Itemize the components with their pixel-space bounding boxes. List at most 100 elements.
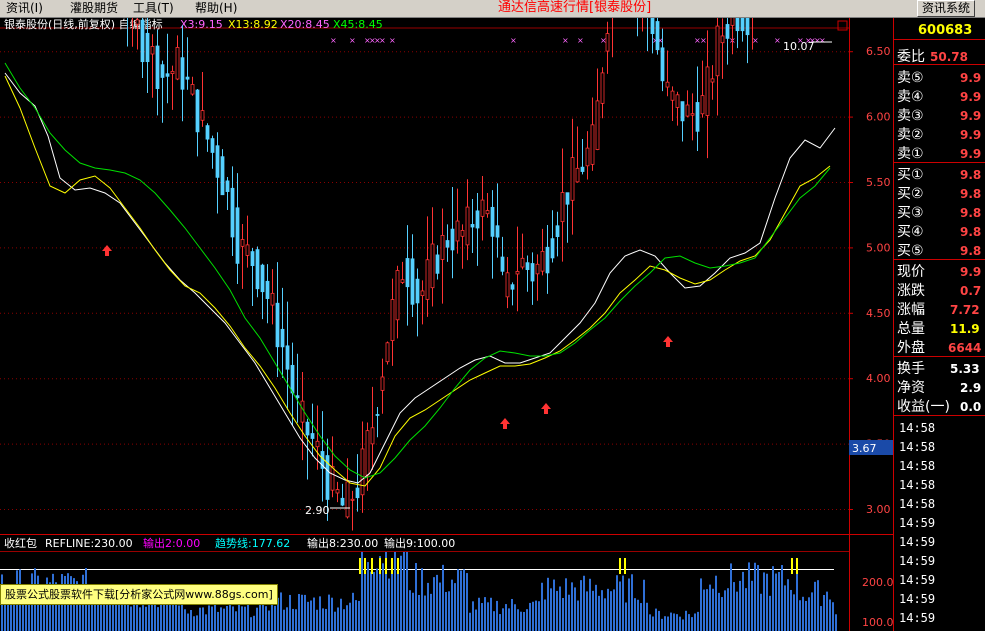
candle-body	[145, 32, 150, 63]
info-system-button[interactable]: 资讯系统	[917, 0, 975, 17]
candle-body	[170, 70, 175, 75]
tick-time: 14:58	[899, 421, 935, 435]
candle-body	[455, 220, 460, 242]
candle-body	[745, 18, 750, 36]
candle-body	[440, 235, 445, 260]
candle-body	[730, 18, 735, 26]
candle-body	[675, 94, 680, 108]
candlesticks	[127, 18, 753, 531]
candle-body	[160, 64, 165, 78]
buy4-value: 9.8	[960, 225, 981, 239]
menu-item-help[interactable]: 帮助(H)	[195, 0, 237, 17]
candle-body	[360, 448, 365, 496]
candle-body	[265, 280, 270, 299]
tick-time: 14:59	[899, 535, 935, 549]
sub-y-tick-100: 100.0	[862, 616, 894, 629]
menu-item-info[interactable]: 资讯(I)	[6, 0, 43, 17]
candle-body	[435, 254, 440, 274]
sell1-label: 卖①	[897, 146, 924, 162]
tick-time-list: 14:58 14:58 14:58 14:58 14:58 14:59 14:59 14:59…	[899, 421, 935, 631]
buy-signal-arrows	[102, 245, 673, 429]
signal-mark: ×	[389, 36, 396, 45]
candle-body	[695, 102, 700, 132]
low-price-label: 2.90	[305, 504, 330, 517]
sub-label-output2: 输出2:0.00	[143, 536, 200, 550]
candle-body	[665, 81, 670, 88]
ma-label-x3: X3:9.15	[180, 18, 223, 31]
candle-body	[530, 263, 535, 282]
candle-body	[505, 272, 510, 298]
chart-area[interactable]: 10.009.509.008.508.007.507.006.506.005.5…	[0, 18, 985, 631]
eps-value: 0.0	[960, 400, 981, 414]
y-tick-label: 3.00	[866, 503, 891, 516]
candle-body	[485, 210, 490, 215]
candle-body	[155, 45, 160, 89]
candle-body	[165, 73, 170, 77]
candle-body	[470, 224, 475, 228]
candle-body	[495, 225, 500, 238]
candle-body	[660, 47, 665, 82]
sub-label-output8: 输出8:230.00	[307, 536, 378, 550]
candle-body	[280, 328, 285, 348]
menu-bar: 资讯(I) 灌股期货 工具(T) 帮助(H) 通达信高速行情[银泰股份] 资讯系…	[0, 0, 985, 18]
menu-item-tools[interactable]: 工具(T)	[133, 0, 174, 17]
current-price-tag-text: 3.67	[852, 442, 877, 455]
candle-body	[340, 497, 345, 506]
candle-body	[210, 138, 215, 153]
candle-body	[215, 145, 220, 178]
sub-y-tick-200: 200.0	[862, 576, 894, 589]
candle-body	[305, 421, 310, 436]
volume-label: 总量	[897, 321, 925, 337]
candle-body	[230, 187, 235, 238]
candle-body	[135, 19, 140, 25]
y-tick-label: 5.50	[866, 176, 891, 189]
candle-body	[550, 238, 555, 259]
candle-body	[540, 250, 545, 272]
quote-panel: 600683 委比 50.78 卖⑤ 9.9 卖④ 9.9 卖③ 9.9 卖② …	[894, 18, 985, 416]
candle-body	[355, 487, 360, 499]
turnover-value: 5.33	[950, 362, 980, 376]
candle-body	[705, 66, 710, 116]
net-asset-label: 净资	[897, 380, 925, 396]
buy-arrow-icon	[102, 245, 112, 256]
candle-body	[605, 33, 610, 52]
buy-arrow-icon	[541, 403, 551, 414]
ma-label-x45: X45:8.45	[333, 18, 383, 31]
signal-mark: ×	[510, 36, 517, 45]
price-grid	[0, 51, 849, 510]
candle-body	[180, 57, 185, 90]
candle-body	[585, 147, 590, 167]
candle-body	[710, 78, 715, 83]
candle-body	[720, 35, 725, 44]
signal-mark: ×	[819, 36, 826, 45]
menu-item-futures[interactable]: 灌股期货	[70, 0, 118, 17]
outer-label: 外盘	[897, 339, 925, 356]
candle-body	[380, 376, 385, 391]
candle-body	[195, 89, 200, 133]
ad-banner[interactable]: 股票公式股票软件下载[分析家公式网www.88gs.com]	[0, 584, 278, 605]
ma-label-x20: X20:8.45	[280, 18, 330, 31]
sell4-value: 9.9	[960, 90, 981, 104]
candle-body	[565, 192, 570, 205]
candle-body	[670, 90, 675, 101]
candle-body	[700, 95, 705, 115]
sell5-value: 9.9	[960, 71, 981, 85]
buy2-label: 买②	[897, 186, 924, 202]
buy5-label: 买⑤	[897, 243, 924, 259]
maximize-icon[interactable]	[837, 20, 848, 31]
ma-white-line	[4, 72, 836, 484]
candle-body	[475, 210, 480, 229]
high-price-label: 10.07	[783, 40, 815, 53]
candle-body	[185, 76, 190, 80]
sell2-value: 9.9	[960, 128, 981, 142]
candle-body	[285, 345, 290, 370]
candle-body	[510, 284, 515, 290]
candle-body	[310, 433, 315, 439]
candle-body	[205, 125, 210, 140]
candle-body	[580, 166, 585, 172]
buy1-label: 买①	[897, 167, 924, 183]
candle-body	[650, 18, 655, 35]
sell2-label: 卖②	[897, 127, 924, 143]
candle-body	[245, 244, 250, 256]
change-pct-label: 涨幅	[897, 302, 925, 318]
